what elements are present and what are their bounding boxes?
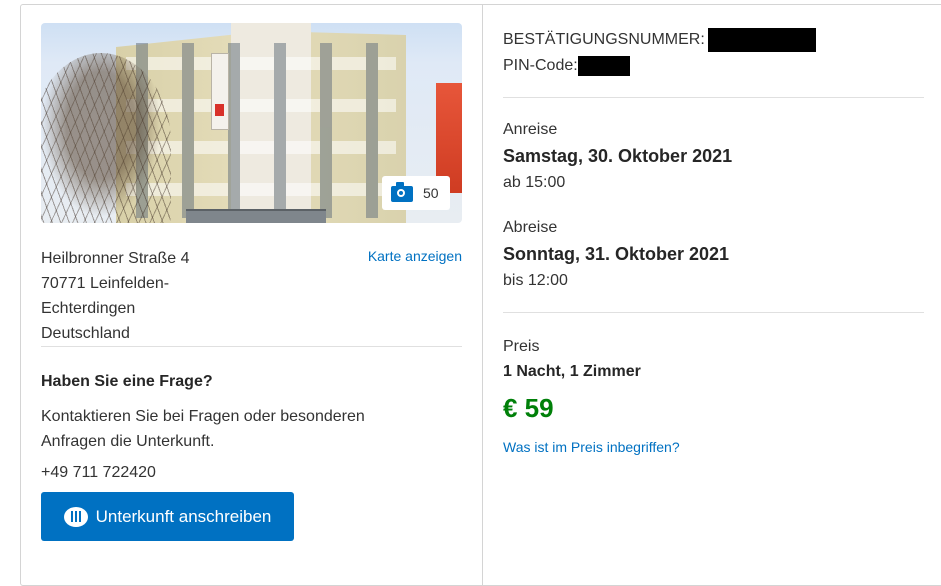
confirmation-block: BESTÄTIGUNGSNUMMER: PIN-Code: xyxy=(503,5,924,79)
question-heading: Haben Sie eine Frage? xyxy=(41,373,213,390)
address-city-cont: Echterdingen xyxy=(41,300,136,317)
price-summary: 1 Nacht, 1 Zimmer xyxy=(503,363,641,380)
photo-count-badge[interactable]: 50 xyxy=(382,176,450,210)
property-column: 50 Heilbronner Straße 4 70771 Leinfelden… xyxy=(41,23,462,541)
checkout-section: Abreise Sonntag, 31. Oktober 2021 bis 12… xyxy=(503,216,924,294)
price-amount: € 59 xyxy=(503,393,554,423)
address-country: Deutschland xyxy=(41,325,130,342)
divider xyxy=(503,97,924,98)
booking-card: 50 Heilbronner Straße 4 70771 Leinfelden… xyxy=(20,4,941,586)
property-address: Heilbronner Straße 4 70771 Leinfelden- E… xyxy=(41,246,221,346)
address-section: Heilbronner Straße 4 70771 Leinfelden- E… xyxy=(41,246,462,346)
photo-canopy xyxy=(186,209,326,223)
checkout-time: bis 12:00 xyxy=(503,272,568,289)
divider xyxy=(503,312,924,313)
property-phone: +49 711 722420 xyxy=(41,464,156,481)
divider xyxy=(41,346,462,347)
column-divider xyxy=(482,5,483,585)
message-property-label: Unterkunft anschreiben xyxy=(95,506,272,526)
pin-code-row: PIN-Code: xyxy=(503,53,924,79)
checkout-label: Abreise xyxy=(503,219,558,236)
contact-text: Kontaktieren Sie bei Fragen oder besonde… xyxy=(41,408,365,450)
checkin-time: ab 15:00 xyxy=(503,174,566,191)
price-label: Preis xyxy=(503,338,540,355)
checkin-label: Anreise xyxy=(503,121,558,138)
price-section: Preis 1 Nacht, 1 Zimmer € 59 Was ist im … xyxy=(503,335,924,455)
show-map-link[interactable]: Karte anzeigen xyxy=(368,246,462,266)
checkout-date: Sonntag, 31. Oktober 2021 xyxy=(503,244,730,264)
hotel-photo[interactable]: 50 xyxy=(41,23,462,223)
pin-code-label: PIN-Code: xyxy=(503,57,578,74)
address-city: 70771 Leinfelden- xyxy=(41,275,170,292)
message-property-button[interactable]: Unterkunft anschreiben xyxy=(41,492,294,541)
booking-details-column: BESTÄTIGUNGSNUMMER: PIN-Code: Anreise Sa… xyxy=(503,5,924,455)
confirmation-label: BESTÄTIGUNGSNUMMER: xyxy=(503,31,705,48)
pin-code-redacted xyxy=(577,56,630,76)
photo-count: 50 xyxy=(423,185,439,201)
confirmation-number-redacted xyxy=(707,28,816,52)
checkin-section: Anreise Samstag, 30. Oktober 2021 ab 15:… xyxy=(503,118,924,196)
chat-icon xyxy=(63,506,88,527)
checkin-date: Samstag, 30. Oktober 2021 xyxy=(503,146,733,166)
confirmation-number-row: BESTÄTIGUNGSNUMMER: xyxy=(503,27,924,53)
camera-icon xyxy=(391,182,413,202)
price-included-link[interactable]: Was ist im Preis inbegriffen? xyxy=(503,439,924,455)
address-street: Heilbronner Straße 4 xyxy=(41,250,190,267)
photo-banner xyxy=(211,53,229,130)
